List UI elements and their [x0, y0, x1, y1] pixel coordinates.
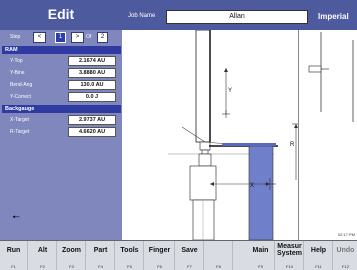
y-top-field[interactable]: 2.1674 AU [68, 56, 116, 66]
page-title: Edit [47, 6, 75, 22]
param-label: Y-Bine [10, 70, 25, 76]
param-row-r-target: R-Target 4.6620 AU [0, 126, 122, 138]
back-arrow-icon[interactable]: 🠔 [12, 210, 20, 226]
fkey-code: F11 [315, 264, 322, 269]
param-row-x-target: X-Target 2.9737 AU [0, 114, 122, 126]
x-target-field[interactable]: 2.9737 AU [68, 115, 116, 125]
ram-section-header: RAM [2, 46, 121, 54]
die-top [198, 153, 212, 167]
r-axis-label: R [290, 142, 295, 148]
job-name-label: Job Name [128, 13, 156, 19]
param-row-y-bine: Y-Bine 3.8880 AU [0, 67, 122, 79]
help-button[interactable]: Help F11 [305, 241, 333, 270]
fkey-code: F2 [40, 264, 45, 269]
bend-angle-field[interactable]: 130.0 AU [68, 80, 116, 90]
x-axis-label: X [250, 183, 254, 189]
fkey-label: Finger [148, 247, 171, 254]
status-bar: 02:17 PM [298, 230, 357, 240]
side-view-top [298, 30, 357, 122]
punch-tip [199, 141, 211, 151]
side-view-bottom [298, 122, 357, 230]
header-bar: Job Name Allan Imperial [122, 0, 357, 30]
fkey-label: Run [6, 247, 21, 254]
param-label: X-Target [10, 117, 29, 123]
function-key-bar: Run F1 Alt F2 Zoom F3 Part F4 Tools F5 F… [0, 240, 357, 270]
empty-f8-button[interactable]: F8 [205, 241, 233, 270]
punch-holder [195, 29, 211, 143]
param-label: Y-Correct [10, 94, 31, 100]
fkey-label: Save [181, 247, 198, 254]
step-label: Step [10, 34, 21, 40]
title-bar: Edit [0, 0, 122, 30]
fkey-label: Measur System [277, 243, 302, 257]
finger-button[interactable]: Finger F6 [145, 241, 175, 270]
y-bine-field[interactable]: 3.8880 AU [68, 68, 116, 78]
y-correct-field[interactable]: 0.0 J [68, 92, 116, 102]
run-button[interactable]: Run F1 [0, 241, 28, 270]
fkey-code: F8 [216, 264, 221, 269]
step-prev-button[interactable]: < [33, 32, 46, 43]
y-axis-label: Y [228, 88, 232, 94]
param-label: R-Target [10, 129, 30, 135]
fkey-label: Alt [37, 247, 48, 254]
param-row-bend-ang: Bend-Ang 130.0 AU [0, 79, 122, 91]
job-name-field[interactable]: Allan [166, 10, 308, 24]
param-row-y-correct: Y-Correct 0.0 J [0, 91, 122, 103]
fkey-label: Help [310, 247, 327, 254]
step-of-label: Of [86, 34, 92, 40]
undo-button[interactable]: Undo F12 [334, 241, 357, 270]
part-button[interactable]: Part F4 [87, 241, 115, 270]
step-row: Step < 1 > Of 2 [0, 30, 122, 46]
units-label[interactable]: Imperial [318, 12, 349, 21]
param-label: Bend-Ang [10, 82, 33, 88]
fkey-label: Main [252, 247, 269, 254]
step-total: 2 [97, 32, 108, 43]
fkey-code: F3 [69, 264, 74, 269]
fkey-label: Tools [120, 247, 139, 254]
fkey-code: F1 [11, 264, 16, 269]
r-target-field[interactable]: 4.6620 AU [68, 127, 116, 137]
fkey-label: Undo [336, 247, 355, 254]
fkey-label: Zoom [61, 247, 82, 254]
param-row-y-top: Y-Top 2.1674 AU [0, 55, 122, 67]
clock-time: 02:17 PM [337, 232, 355, 237]
fkey-code: F10 [286, 264, 293, 269]
y-arrowhead-top [224, 68, 228, 72]
step-current-field[interactable]: 1 [55, 32, 66, 43]
measure-system-button[interactable]: Measur System F10 [276, 241, 304, 270]
alt-button[interactable]: Alt F2 [29, 241, 57, 270]
punch-point [201, 149, 209, 155]
step-next-button[interactable]: > [71, 32, 84, 43]
fkey-code: F12 [342, 264, 349, 269]
backgauge-section-header: Backgauge [2, 105, 121, 113]
fkey-code: F6 [157, 264, 162, 269]
fkey-code: F4 [98, 264, 103, 269]
bend-graphic: X R Y [122, 29, 300, 241]
backgauge-finger [248, 145, 274, 241]
save-button[interactable]: Save F7 [176, 241, 204, 270]
fkey-code: F7 [187, 264, 192, 269]
main-button[interactable]: Main F9 [247, 241, 275, 270]
side-ram-block [308, 65, 322, 73]
die-holder [192, 199, 215, 241]
zoom-button[interactable]: Zoom F3 [58, 241, 86, 270]
param-label: Y-Top [10, 58, 23, 64]
tools-button[interactable]: Tools F5 [116, 241, 144, 270]
side-view-diagram [308, 32, 354, 122]
fkey-code: F9 [258, 264, 263, 269]
fkey-label: Part [93, 247, 108, 254]
fkey-code: F5 [127, 264, 132, 269]
backgauge-top [222, 143, 276, 146]
press-brake-diagram: X R Y [168, 29, 300, 241]
